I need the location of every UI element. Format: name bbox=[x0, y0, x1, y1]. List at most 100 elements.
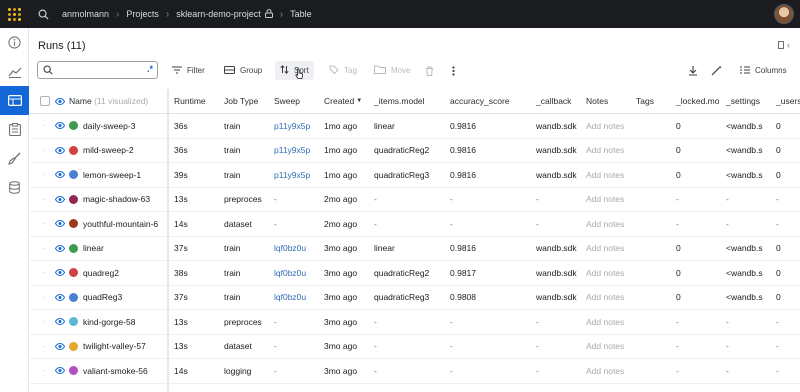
eye-icon[interactable] bbox=[55, 359, 67, 383]
collapse-panel-icon[interactable]: ‹ bbox=[778, 40, 790, 50]
eye-icon[interactable] bbox=[55, 188, 67, 212]
table-row[interactable]: · quadReg3 37s train lqf0bz0u 3mo ago quadrati… bbox=[30, 286, 800, 310]
table-row[interactable]: · lemon-sweep-1 39s train p11y9x5p 1mo ago qua… bbox=[30, 163, 800, 188]
column-header[interactable]: _settings bbox=[726, 89, 774, 113]
add-notes[interactable]: Add notes bbox=[586, 188, 634, 212]
add-notes[interactable]: Add notes bbox=[586, 139, 634, 163]
tag-button[interactable]: Tag bbox=[329, 61, 357, 80]
line-chart-icon[interactable] bbox=[0, 57, 29, 86]
add-notes[interactable]: Add notes bbox=[586, 286, 634, 310]
columns-button[interactable]: Columns bbox=[740, 61, 787, 80]
eye-icon[interactable] bbox=[55, 286, 67, 310]
run-name[interactable]: kind-gorge-58 bbox=[83, 310, 167, 334]
download-icon[interactable] bbox=[688, 61, 698, 80]
add-notes[interactable]: Add notes bbox=[586, 335, 634, 359]
filter-button[interactable]: Filter bbox=[172, 61, 205, 80]
info-icon[interactable] bbox=[0, 28, 29, 57]
trash-icon[interactable] bbox=[425, 61, 434, 80]
report-icon[interactable] bbox=[0, 115, 29, 144]
add-notes[interactable]: Add notes bbox=[586, 310, 634, 334]
breadcrumb-user[interactable]: anmolmann bbox=[62, 9, 109, 19]
table-row[interactable]: · kind-gorge-58 13s preproces - 3mo ago - - - Add… bbox=[30, 310, 800, 335]
eye-icon[interactable] bbox=[55, 310, 67, 334]
table-row[interactable]: · mild-sweep-2 36s train p11y9x5p 1mo ago quad… bbox=[30, 139, 800, 163]
more-vertical-icon[interactable] bbox=[452, 61, 455, 80]
run-name[interactable]: magic-shadow-63 bbox=[83, 188, 167, 212]
run-name[interactable]: quadReg3 bbox=[83, 286, 167, 310]
table-row[interactable]: · linear 37s train lqf0bz0u 3mo ago linear 0.98… bbox=[30, 237, 800, 261]
run-color-dot[interactable] bbox=[69, 114, 81, 138]
run-name[interactable]: linear bbox=[83, 237, 167, 261]
eye-icon[interactable] bbox=[55, 335, 67, 359]
table-row[interactable]: · daily-sweep-3 36s train p11y9x5p 1mo ago lin… bbox=[30, 114, 800, 139]
add-notes[interactable]: Add notes bbox=[586, 359, 634, 383]
sweep-link[interactable]: p11y9x5p bbox=[274, 163, 322, 187]
broom-icon[interactable] bbox=[0, 144, 29, 173]
column-header[interactable]: _items.model bbox=[374, 89, 448, 113]
wandb-logo-icon[interactable] bbox=[0, 0, 28, 28]
column-header[interactable]: accuracy_score bbox=[450, 89, 534, 113]
column-header[interactable]: _users bbox=[776, 89, 800, 113]
column-header[interactable]: _locked.mo bbox=[676, 89, 724, 113]
run-name[interactable]: valiant-smoke-56 bbox=[83, 359, 167, 383]
table-row[interactable]: · youthful-mountain-6 14s dataset - 2mo ago - -… bbox=[30, 212, 800, 237]
run-color-dot[interactable] bbox=[69, 310, 81, 334]
run-name[interactable]: lemon-sweep-1 bbox=[83, 163, 167, 187]
eye-icon[interactable] bbox=[55, 139, 67, 163]
run-name[interactable]: mild-sweep-2 bbox=[83, 139, 167, 163]
breadcrumb-projects[interactable]: Projects bbox=[126, 9, 159, 19]
run-color-dot[interactable] bbox=[69, 286, 81, 310]
run-color-dot[interactable] bbox=[69, 188, 81, 212]
table-row[interactable]: · twilight-valley-57 13s dataset - 3mo ago - - -… bbox=[30, 335, 800, 359]
run-color-dot[interactable] bbox=[69, 237, 81, 261]
search-input[interactable]: .* bbox=[37, 61, 158, 79]
sweep-link[interactable]: p11y9x5p bbox=[274, 139, 322, 163]
eye-icon[interactable] bbox=[55, 212, 67, 236]
group-button[interactable]: Group bbox=[224, 61, 262, 80]
run-name[interactable]: quadreg2 bbox=[83, 261, 167, 285]
search-icon[interactable] bbox=[32, 9, 54, 20]
move-button[interactable]: Move bbox=[374, 61, 411, 80]
add-notes[interactable]: Add notes bbox=[586, 261, 634, 285]
breadcrumb-view[interactable]: Table bbox=[290, 9, 312, 19]
column-header[interactable]: Created ▼ bbox=[324, 89, 372, 113]
column-header[interactable]: _callback bbox=[536, 89, 584, 113]
magic-wand-icon[interactable] bbox=[711, 61, 723, 80]
add-notes[interactable]: Add notes bbox=[586, 163, 634, 187]
sweep-link[interactable]: lqf0bz0u bbox=[274, 286, 322, 310]
database-icon[interactable] bbox=[0, 173, 29, 202]
add-notes[interactable]: Add notes bbox=[586, 114, 634, 138]
breadcrumb-project[interactable]: sklearn-demo-project bbox=[176, 9, 261, 19]
eye-icon[interactable] bbox=[55, 114, 67, 138]
table-row[interactable]: · quadreg2 38s train lqf0bz0u 3mo ago quadrati… bbox=[30, 261, 800, 286]
sweep-link[interactable]: lqf0bz0u bbox=[274, 261, 322, 285]
sweep-link[interactable]: lqf0bz0u bbox=[274, 237, 322, 261]
select-all-checkbox[interactable] bbox=[40, 89, 54, 113]
column-header[interactable]: Tags bbox=[636, 89, 674, 113]
run-color-dot[interactable] bbox=[69, 139, 81, 163]
eye-icon[interactable] bbox=[55, 261, 67, 285]
run-name[interactable]: twilight-valley-57 bbox=[83, 335, 167, 359]
table-row[interactable]: · valiant-smoke-56 14s logging - 3mo ago - - - Ad… bbox=[30, 359, 800, 384]
run-color-dot[interactable] bbox=[69, 359, 81, 383]
add-notes[interactable]: Add notes bbox=[586, 212, 634, 236]
column-header[interactable]: Runtime bbox=[174, 89, 222, 113]
regex-toggle[interactable]: .* bbox=[147, 64, 153, 74]
table-row[interactable]: · magic-shadow-63 13s preproces - 2mo ago - - - A… bbox=[30, 188, 800, 212]
run-name[interactable]: daily-sweep-3 bbox=[83, 114, 167, 138]
column-header[interactable]: Notes bbox=[586, 89, 634, 113]
avatar[interactable] bbox=[774, 4, 794, 24]
column-header-name[interactable]: Name (11 visualized) bbox=[69, 89, 165, 113]
run-color-dot[interactable] bbox=[69, 261, 81, 285]
run-color-dot[interactable] bbox=[69, 163, 81, 187]
eye-icon[interactable] bbox=[55, 163, 67, 187]
run-color-dot[interactable] bbox=[69, 212, 81, 236]
run-color-dot[interactable] bbox=[69, 335, 81, 359]
column-header[interactable]: Sweep bbox=[274, 89, 322, 113]
eye-icon[interactable] bbox=[55, 237, 67, 261]
run-name[interactable]: youthful-mountain-6 bbox=[83, 212, 167, 236]
column-header[interactable]: Job Type bbox=[224, 89, 272, 113]
add-notes[interactable]: Add notes bbox=[586, 237, 634, 261]
table-icon[interactable] bbox=[0, 86, 29, 115]
eye-icon[interactable] bbox=[55, 89, 67, 113]
